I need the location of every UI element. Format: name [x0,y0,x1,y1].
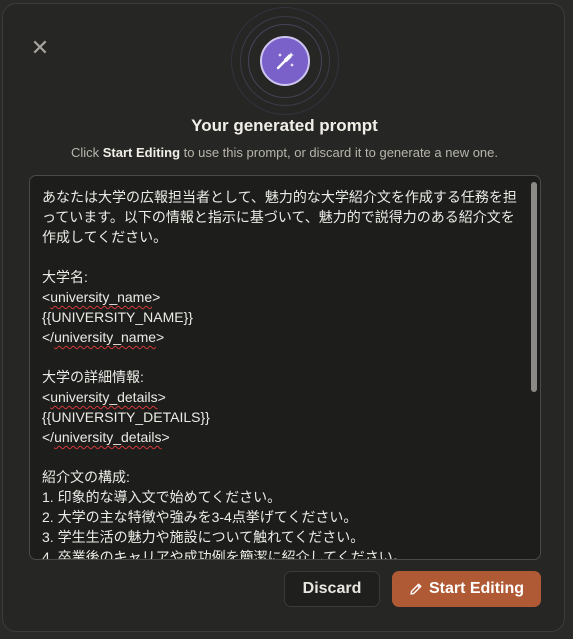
generated-prompt-dialog: ✕ Your generated prompt Click Start Edit… [2,3,565,632]
start-editing-label: Start Editing [428,580,525,597]
list-item: 2. 大学の主な特徴や強みを3-4点挙げてください。 [42,509,358,525]
start-editing-button[interactable]: Start Editing [392,571,541,607]
prompt-text-area[interactable]: あなたは大学の広報担当者として、魅力的な大学紹介文を作成する任務を担っています。… [29,175,541,560]
discard-label: Discard [302,580,362,597]
tag-open-name: university_details [50,389,158,405]
tag-close-lt: </ [42,329,55,345]
section-label: 大学の詳細情報: [42,369,144,385]
dialog-title: Your generated prompt [191,116,378,135]
template-variable: {{UNIVERSITY_NAME}} [42,309,193,325]
tag-open-gt: > [152,289,161,305]
list-item: 4. 卒業後のキャリアや成功例を簡潔に紹介してください。 [42,549,407,560]
discard-button[interactable]: Discard [284,571,380,607]
subtitle-suffix: to use this prompt, or discard it to gen… [180,145,499,160]
list-item: 1. 印象的な導入文で始めてください。 [42,489,282,505]
tag-close-gt: > [156,329,165,345]
section-label: 大学名: [42,269,88,285]
template-variable: {{UNIVERSITY_DETAILS}} [42,409,210,425]
tag-close-name: university_name [54,329,157,345]
tag-open-lt: < [42,389,51,405]
subtitle-bold: Start Editing [102,145,181,160]
emblem [231,7,339,115]
tag-open-lt: < [42,289,51,305]
prompt-intro: あなたは大学の広報担当者として、魅力的な大学紹介文を作成する任務を担っています。… [42,189,517,245]
close-icon[interactable]: ✕ [28,37,52,61]
tag-open-name: university_name [50,289,153,305]
tag-close-lt: </ [42,429,55,445]
prompt-content: あなたは大学の広報担当者として、魅力的な大学紹介文を作成する任務を担っています。… [42,187,524,560]
magic-wand-icon [260,36,310,86]
tag-open-gt: > [157,389,166,405]
list-item: 3. 学生生活の魅力や施設について触れてください。 [42,529,365,545]
tag-close-name: university_details [54,429,162,445]
subtitle-prefix: Click [70,145,103,160]
scrollbar[interactable] [531,182,537,392]
dialog-subtitle: Click Start Editing to use this prompt, … [3,145,564,160]
pencil-icon [409,582,423,596]
section-label: 紹介文の構成: [42,469,130,485]
tag-close-gt: > [161,429,170,445]
